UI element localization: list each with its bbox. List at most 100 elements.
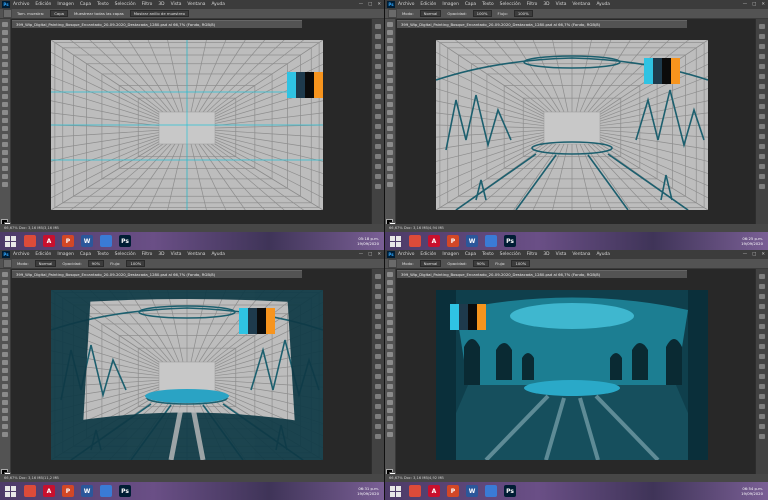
history-brush-tool-icon[interactable] bbox=[387, 94, 393, 99]
menu-archivo[interactable]: Archivo bbox=[398, 252, 414, 257]
option-3[interactable]: 90% bbox=[472, 260, 490, 267]
menu-3d[interactable]: 3D bbox=[543, 252, 549, 257]
paths-panel-icon[interactable] bbox=[375, 334, 381, 339]
swatches-panel-icon[interactable] bbox=[375, 284, 381, 289]
canvas[interactable] bbox=[436, 40, 708, 210]
navigator-panel-icon[interactable] bbox=[375, 154, 381, 159]
brushes-panel-icon[interactable] bbox=[375, 354, 381, 359]
lasso-tool-icon[interactable] bbox=[2, 38, 8, 43]
more-tool-icon[interactable] bbox=[387, 432, 393, 437]
menu-ayuda[interactable]: Ayuda bbox=[211, 252, 225, 257]
menu-ventana[interactable]: Ventana bbox=[187, 2, 205, 7]
menu-edicin[interactable]: Edición bbox=[35, 2, 51, 7]
swatches-panel-icon[interactable] bbox=[759, 284, 765, 289]
maximize-icon[interactable]: □ bbox=[368, 2, 372, 7]
character-panel-icon[interactable] bbox=[759, 124, 765, 129]
menu-ventana[interactable]: Ventana bbox=[572, 2, 590, 7]
tool-preset-icon[interactable] bbox=[3, 9, 12, 18]
menu-capa[interactable]: Capa bbox=[80, 2, 91, 7]
menu-3d[interactable]: 3D bbox=[158, 252, 164, 257]
info-panel-icon[interactable] bbox=[375, 144, 381, 149]
powerpoint-icon[interactable]: P bbox=[447, 235, 459, 247]
option-1[interactable]: Normal bbox=[419, 10, 442, 17]
actions-panel-icon[interactable] bbox=[375, 414, 381, 419]
swatches-panel-icon[interactable] bbox=[375, 34, 381, 39]
brush-tool-icon[interactable] bbox=[2, 78, 8, 83]
magic-wand-tool-icon[interactable] bbox=[2, 296, 8, 301]
minimize-icon[interactable]: — bbox=[359, 252, 363, 257]
windows-start-icon[interactable] bbox=[3, 484, 17, 498]
screen-icon[interactable] bbox=[485, 235, 497, 247]
layers-panel-icon[interactable] bbox=[375, 64, 381, 69]
magic-wand-tool-icon[interactable] bbox=[2, 46, 8, 51]
shape-tool-icon[interactable] bbox=[2, 408, 8, 413]
brushes-panel-icon[interactable] bbox=[759, 104, 765, 109]
menu-edicin[interactable]: Edición bbox=[420, 2, 436, 7]
libraries-panel-icon[interactable] bbox=[375, 424, 381, 429]
adjustments-panel-icon[interactable] bbox=[375, 44, 381, 49]
menu-ayuda[interactable]: Ayuda bbox=[211, 2, 225, 7]
dodge-tool-icon[interactable] bbox=[2, 376, 8, 381]
zoom-tool-icon[interactable] bbox=[2, 424, 8, 429]
stamp-tool-icon[interactable] bbox=[2, 86, 8, 91]
info-panel-icon[interactable] bbox=[759, 394, 765, 399]
lasso-tool-icon[interactable] bbox=[387, 288, 393, 293]
color-panel-icon[interactable] bbox=[375, 24, 381, 29]
actions-panel-icon[interactable] bbox=[375, 164, 381, 169]
menu-texto[interactable]: Texto bbox=[97, 2, 109, 7]
pen-tool-icon[interactable] bbox=[2, 384, 8, 389]
shape-tool-icon[interactable] bbox=[2, 158, 8, 163]
navigator-panel-icon[interactable] bbox=[375, 404, 381, 409]
gradient-tool-icon[interactable] bbox=[387, 360, 393, 365]
brush-tool-icon[interactable] bbox=[387, 328, 393, 333]
windows-start-icon[interactable] bbox=[388, 484, 402, 498]
pen-tool-icon[interactable] bbox=[2, 134, 8, 139]
layers-panel-icon[interactable] bbox=[375, 314, 381, 319]
paths-panel-icon[interactable] bbox=[759, 334, 765, 339]
history-brush-tool-icon[interactable] bbox=[2, 94, 8, 99]
move-tool-icon[interactable] bbox=[387, 22, 393, 27]
gradient-tool-icon[interactable] bbox=[2, 360, 8, 365]
acrobat-icon[interactable]: A bbox=[43, 485, 55, 497]
menu-texto[interactable]: Texto bbox=[482, 2, 494, 7]
type-tool-icon[interactable] bbox=[2, 392, 8, 397]
close-icon[interactable]: ✕ bbox=[377, 2, 381, 7]
menu-vista[interactable]: Vista bbox=[556, 2, 567, 7]
paragraph-panel-icon[interactable] bbox=[375, 384, 381, 389]
more-tool-icon[interactable] bbox=[2, 182, 8, 187]
maximize-icon[interactable]: □ bbox=[752, 252, 756, 257]
photoshop-logo-icon[interactable]: Ps bbox=[2, 1, 10, 8]
channels-panel-icon[interactable] bbox=[375, 74, 381, 79]
shape-tool-icon[interactable] bbox=[387, 158, 393, 163]
menu-vista[interactable]: Vista bbox=[556, 252, 567, 257]
hand-tool-icon[interactable] bbox=[387, 416, 393, 421]
menu-vista[interactable]: Vista bbox=[171, 2, 182, 7]
marquee-tool-icon[interactable] bbox=[387, 30, 393, 35]
document-tab[interactable]: 399_Wip_Digital_Painting_Bosque_Encantad… bbox=[12, 270, 302, 278]
document-tab[interactable]: 399_Wip_Digital_Painting_Bosque_Encantad… bbox=[397, 270, 687, 278]
character-panel-icon[interactable] bbox=[759, 374, 765, 379]
marquee-tool-icon[interactable] bbox=[2, 30, 8, 35]
minimize-icon[interactable]: — bbox=[743, 2, 747, 7]
marquee-tool-icon[interactable] bbox=[2, 280, 8, 285]
menu-ayuda[interactable]: Ayuda bbox=[596, 2, 610, 7]
eraser-tool-icon[interactable] bbox=[387, 352, 393, 357]
windows-start-icon[interactable] bbox=[3, 234, 17, 248]
path-select-tool-icon[interactable] bbox=[387, 150, 393, 155]
option-1[interactable]: Normal bbox=[419, 260, 442, 267]
move-tool-icon[interactable] bbox=[2, 22, 8, 27]
eraser-tool-icon[interactable] bbox=[2, 352, 8, 357]
menu-ayuda[interactable]: Ayuda bbox=[596, 252, 610, 257]
properties-panel-icon[interactable] bbox=[375, 364, 381, 369]
chrome-icon[interactable] bbox=[409, 485, 421, 497]
menu-imagen[interactable]: Imagen bbox=[442, 2, 459, 7]
more-tool-icon[interactable] bbox=[2, 432, 8, 437]
canvas[interactable] bbox=[436, 290, 708, 460]
healing-tool-icon[interactable] bbox=[2, 70, 8, 75]
properties-panel-icon[interactable] bbox=[375, 114, 381, 119]
actions-panel-icon[interactable] bbox=[759, 164, 765, 169]
libraries-panel-icon[interactable] bbox=[759, 424, 765, 429]
healing-tool-icon[interactable] bbox=[387, 70, 393, 75]
menu-imagen[interactable]: Imagen bbox=[57, 252, 74, 257]
menu-imagen[interactable]: Imagen bbox=[57, 2, 74, 7]
